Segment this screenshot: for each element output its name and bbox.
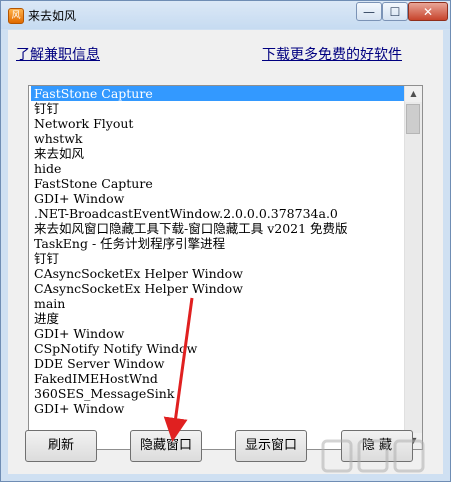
hide-button[interactable]: 隐 藏: [341, 430, 413, 462]
title-bar[interactable]: 风 来去如风 — ☐ ✕: [1, 1, 450, 29]
vertical-scrollbar[interactable]: ▲ ▼: [404, 86, 422, 449]
scroll-thumb[interactable]: [406, 104, 420, 134]
list-item[interactable]: FastStone Capture: [31, 176, 405, 191]
list-item[interactable]: FakedIMEHostWnd: [31, 371, 405, 386]
maximize-button[interactable]: ☐: [382, 2, 408, 21]
download-more-software-link[interactable]: 下载更多免费的好软件: [262, 44, 402, 64]
list-item[interactable]: CAsyncSocketEx Helper Window: [31, 266, 405, 281]
list-item[interactable]: main: [31, 296, 405, 311]
window-title: 来去如风: [28, 9, 77, 23]
list-item[interactable]: CSpNotify Notify Window: [31, 341, 405, 356]
list-item[interactable]: .NET-BroadcastEventWindow.2.0.0.0.378734…: [31, 206, 405, 221]
part-time-info-link[interactable]: 了解兼职信息: [16, 44, 100, 64]
list-item[interactable]: 来去如风: [31, 146, 405, 161]
list-item[interactable]: GDI+ Window: [31, 401, 405, 416]
app-window: 风 来去如风 — ☐ ✕ 了解兼职信息 下载更多免费的好软件 FastStone…: [0, 0, 451, 482]
window-listbox[interactable]: FastStone Capture 钉钉 Network Flyout whstwk 来…: [28, 85, 423, 450]
window-list[interactable]: FastStone Capture 钉钉 Network Flyout whstwk 来…: [29, 86, 405, 449]
list-item[interactable]: CAsyncSocketEx Helper Window: [31, 281, 405, 296]
list-item[interactable]: GDI+ Window: [31, 191, 405, 206]
list-item[interactable]: 360SES_MessageSink: [31, 386, 405, 401]
list-item[interactable]: 来去如风窗口隐藏工具下载-窗口隐藏工具 v2021 免费版: [31, 221, 405, 236]
list-item[interactable]: TaskEng - 任务计划程序引擎进程: [31, 236, 405, 251]
show-window-button[interactable]: 显示窗口: [235, 430, 307, 462]
close-button[interactable]: ✕: [408, 2, 448, 21]
list-item[interactable]: FastStone Capture: [31, 86, 405, 101]
list-item[interactable]: 进度: [31, 311, 405, 326]
refresh-button[interactable]: 刷新: [25, 430, 97, 462]
list-item[interactable]: hide: [31, 161, 405, 176]
list-item[interactable]: whstwk: [31, 131, 405, 146]
list-item[interactable]: Network Flyout: [31, 116, 405, 131]
list-item[interactable]: DDE Server Window: [31, 356, 405, 371]
hide-window-button[interactable]: 隐藏窗口: [130, 430, 202, 462]
list-item[interactable]: GDI+ Window: [31, 326, 405, 341]
list-item[interactable]: 钉钉: [31, 251, 405, 266]
scroll-up-arrow-icon[interactable]: ▲: [405, 86, 422, 102]
list-item[interactable]: 钉钉: [31, 101, 405, 116]
app-icon: 风: [8, 8, 24, 24]
minimize-button[interactable]: —: [356, 2, 382, 21]
client-area: 了解兼职信息 下载更多免费的好软件 FastStone Capture 钉钉 Net…: [8, 30, 443, 474]
